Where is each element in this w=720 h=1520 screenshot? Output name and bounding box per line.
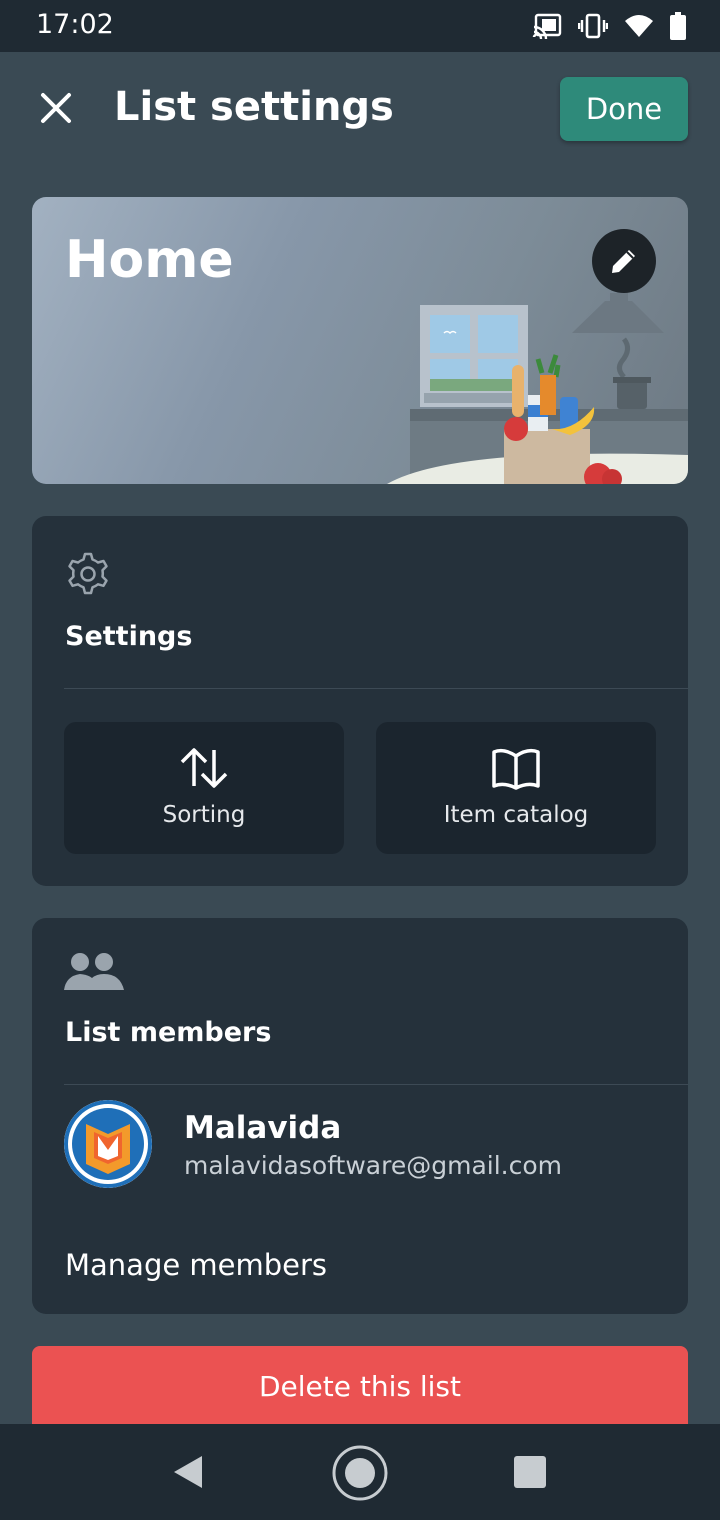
sorting-button[interactable]: Sorting	[64, 722, 344, 854]
divider	[64, 688, 688, 689]
avatar	[64, 1100, 152, 1188]
status-time: 17:02	[36, 9, 114, 40]
status-bar: 17:02	[0, 0, 720, 52]
delete-list-button[interactable]: Delete this list	[32, 1346, 688, 1424]
people-icon	[64, 950, 126, 998]
cast-icon	[532, 13, 562, 39]
manage-members-link[interactable]: Manage members	[65, 1248, 327, 1282]
item-catalog-label: Item catalog	[443, 802, 589, 828]
list-members-heading: List members	[65, 1017, 272, 1048]
sorting-label: Sorting	[162, 802, 246, 828]
item-catalog-button[interactable]: Item catalog	[376, 722, 656, 854]
close-icon	[41, 93, 71, 123]
edit-list-name-button[interactable]	[592, 229, 656, 293]
sort-arrows-icon	[178, 746, 230, 794]
back-icon[interactable]	[170, 1452, 206, 1496]
page-title: List settings	[114, 84, 394, 130]
system-nav-bar	[0, 1424, 720, 1520]
member-row[interactable]: Malavida malavidasoftware@gmail.com	[32, 1096, 688, 1196]
list-name: Home	[65, 230, 234, 290]
list-cover-card: Home	[32, 197, 688, 484]
book-icon	[490, 746, 542, 794]
member-email: malavidasoftware@gmail.com	[184, 1151, 563, 1180]
pencil-icon	[612, 250, 635, 273]
app-bar: List settings Done	[0, 52, 720, 164]
battery-icon	[670, 12, 686, 40]
divider	[64, 1084, 688, 1085]
member-name: Malavida	[184, 1110, 342, 1146]
done-button[interactable]: Done	[560, 77, 688, 141]
close-button[interactable]	[30, 78, 82, 136]
home-icon[interactable]	[331, 1444, 389, 1506]
vibrate-icon	[578, 13, 608, 39]
wifi-icon	[624, 13, 654, 39]
settings-card: Settings Sorting Item catalog	[32, 516, 688, 886]
gear-icon	[64, 550, 112, 602]
status-icons	[532, 11, 686, 41]
recents-icon[interactable]	[514, 1456, 546, 1492]
list-members-card: List members Malavida malavidasoftware@g…	[32, 918, 688, 1314]
settings-heading: Settings	[65, 621, 193, 652]
